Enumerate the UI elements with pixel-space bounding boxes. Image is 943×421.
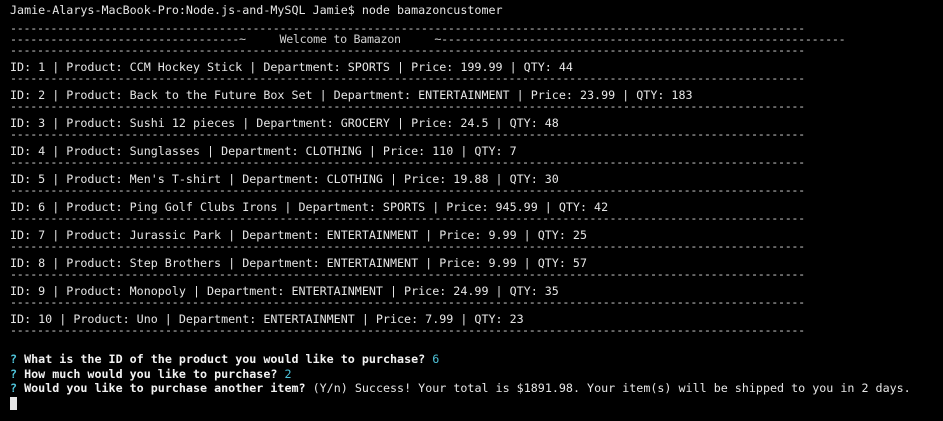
separator-line: ----------------------------------------…: [10, 267, 805, 281]
question-text: What is the ID of the product you would …: [24, 352, 426, 366]
separator-line: ----------------------------------------…: [10, 155, 805, 169]
separator-line: ----------------------------------------…: [10, 211, 805, 225]
separator-line: ----------------------------------------…: [10, 43, 805, 57]
prompt-purchase-again: ? Would you like to purchase another ite…: [10, 381, 911, 395]
question-text: How much would you like to purchase?: [24, 367, 278, 381]
prompt-product-id: ? What is the ID of the product you woul…: [10, 352, 439, 366]
question-mark-icon: ?: [10, 381, 18, 395]
shell-prompt-line: Jamie-Alarys-MacBook-Pro:Node.js-and-MyS…: [10, 3, 503, 17]
question-mark-icon: ?: [10, 352, 18, 366]
separator-line: ----------------------------------------…: [10, 239, 805, 253]
terminal-window[interactable]: Jamie-Alarys-MacBook-Pro:Node.js-and-MyS…: [0, 0, 943, 421]
answer-text: 6: [432, 352, 440, 366]
question-text: Would you like to purchase another item?: [24, 381, 306, 395]
separator-line: ----------------------------------------…: [10, 99, 805, 113]
question-mark-icon: ?: [10, 367, 18, 381]
prompt-quantity: ? How much would you like to purchase? 2: [10, 367, 292, 381]
separator-line: ----------------------------------------…: [10, 71, 805, 85]
separator-line: ----------------------------------------…: [10, 183, 805, 197]
separator-line: ----------------------------------------…: [10, 127, 805, 141]
separator-line: ----------------------------------------…: [10, 295, 805, 309]
answer-text: 2: [284, 367, 292, 381]
separator-line: ----------------------------------------…: [10, 323, 805, 337]
text-cursor[interactable]: [10, 397, 17, 410]
result-message: (Y/n) Success! Your total is $1891.98. Y…: [312, 381, 911, 395]
